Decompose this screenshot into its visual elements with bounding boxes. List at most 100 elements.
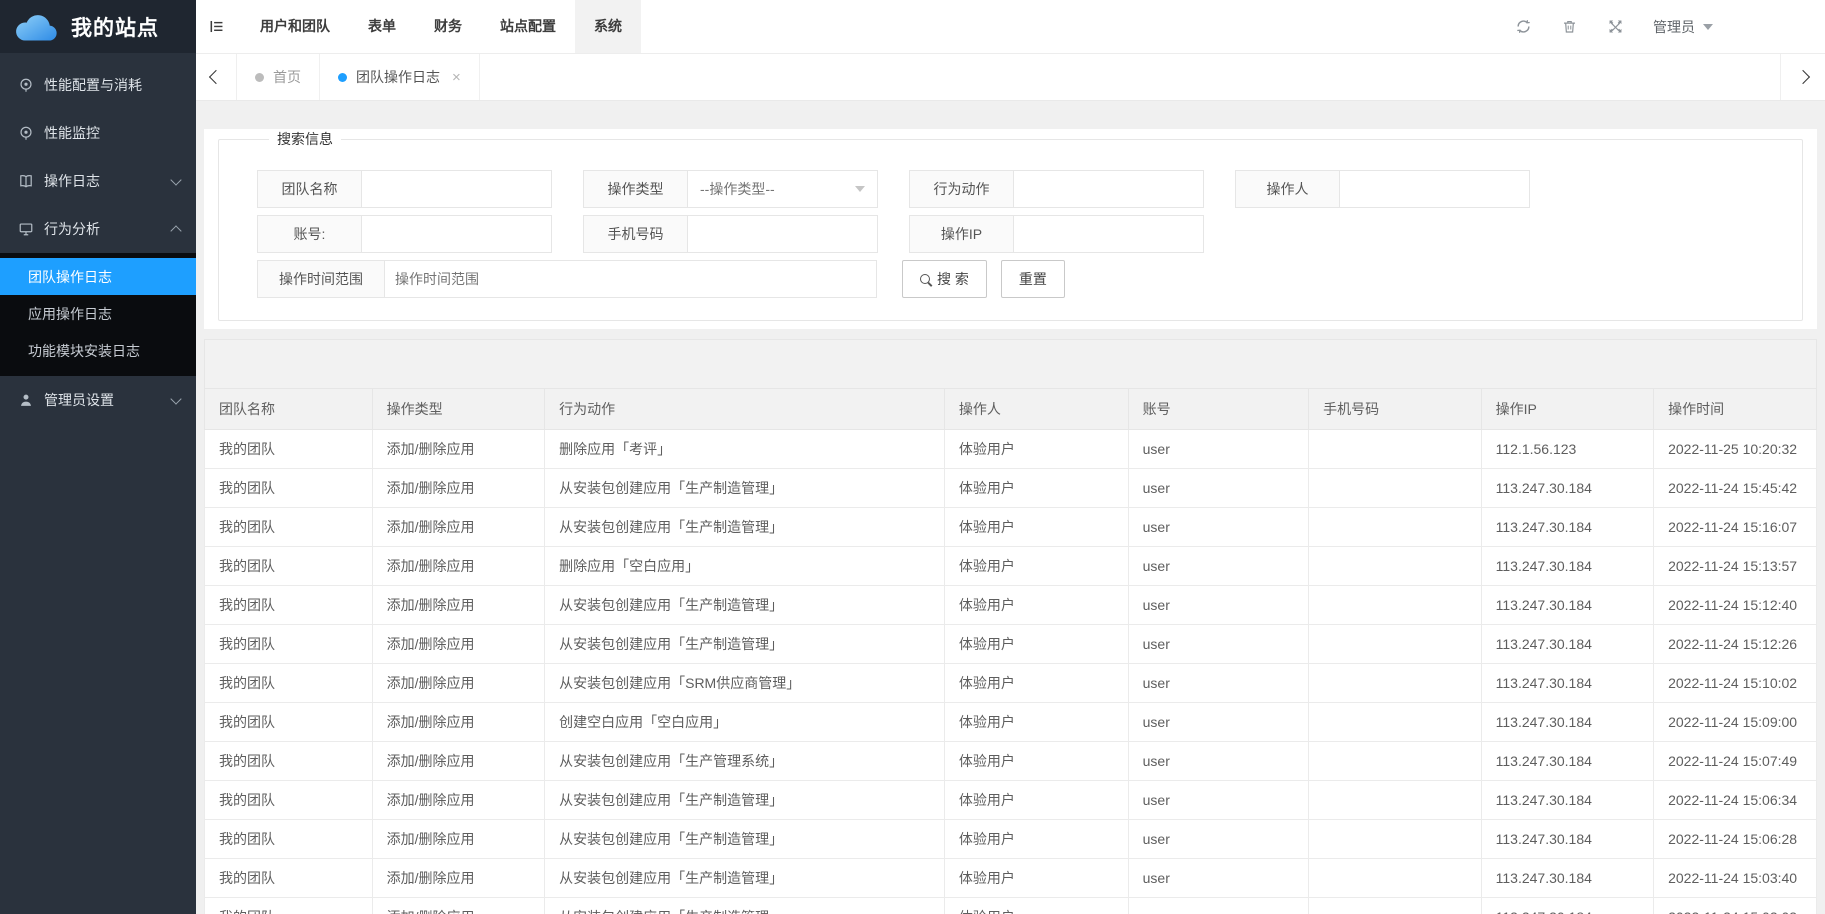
cell-action: 从安装包创建应用「SRM供应商管理」 [545, 663, 945, 702]
field-account: 账号: [257, 215, 552, 253]
operation-type-select[interactable]: --操作类型-- [688, 171, 877, 207]
table-row: 我的团队 添加/删除应用 从安装包创建应用「生产管理系统」 体验用户 user … [205, 741, 1817, 780]
chevron-up-icon [170, 225, 181, 236]
tab-status-dot [255, 73, 264, 82]
time-range-input[interactable] [385, 261, 876, 297]
column-header: 操作IP [1481, 389, 1653, 429]
sidebar-subitem[interactable]: 应用操作日志 [0, 295, 196, 332]
tabs: 首页 团队操作日志 × [237, 54, 480, 100]
search-button[interactable]: 搜 索 [902, 260, 987, 298]
action-input[interactable] [1014, 171, 1203, 207]
team-name-input[interactable] [362, 171, 551, 207]
table-row: 我的团队 添加/删除应用 从安装包创建应用「生产制造管理」 体验用户 user … [205, 780, 1817, 819]
search-legend: 搜索信息 [269, 129, 341, 149]
content-area: 搜索信息 团队名称 操作类型 --操作类型-- [196, 101, 1825, 914]
cell-ip: 113.247.30.184 [1481, 624, 1653, 663]
sidebar-item[interactable]: 性能监控 [0, 109, 196, 157]
top-menu-item[interactable]: 表单 [349, 0, 415, 53]
app-logo[interactable]: 我的站点 [0, 0, 196, 53]
operator-label: 操作人 [1236, 171, 1340, 207]
reset-button-label: 重置 [1019, 269, 1047, 289]
cell-ip: 113.247.30.184 [1481, 546, 1653, 585]
tab[interactable]: 团队操作日志 × [320, 54, 480, 100]
account-input[interactable] [362, 216, 551, 252]
reset-button[interactable]: 重置 [1001, 260, 1065, 298]
cell-time: 2022-11-24 15:12:40 [1654, 585, 1817, 624]
cell-ip: 113.247.30.184 [1481, 741, 1653, 780]
phone-label: 手机号码 [584, 216, 688, 252]
cell-account: user [1128, 663, 1309, 702]
cell-phone [1309, 468, 1481, 507]
cell-phone [1309, 546, 1481, 585]
admin-dropdown[interactable]: 管理员 [1653, 17, 1713, 37]
chevron-left-icon [209, 70, 223, 84]
tab-label: 团队操作日志 [356, 67, 440, 87]
top-menu-item-label: 财务 [434, 18, 462, 34]
cell-account: user [1128, 819, 1309, 858]
cell-operation-type: 添加/删除应用 [372, 546, 544, 585]
operator-input[interactable] [1340, 171, 1529, 207]
cell-ip: 113.247.30.184 [1481, 897, 1653, 914]
top-menu-item[interactable]: 系统 [575, 0, 641, 53]
table-header: 团队名称操作类型行为动作操作人账号手机号码操作IP操作时间 [205, 389, 1817, 429]
top-menu-item[interactable]: 财务 [415, 0, 481, 53]
column-header: 操作时间 [1654, 389, 1817, 429]
cell-ip: 113.247.30.184 [1481, 507, 1653, 546]
sidebar-subitem[interactable]: 功能模块安装日志 [0, 332, 196, 369]
cell-operation-type: 添加/删除应用 [372, 507, 544, 546]
cell-phone [1309, 819, 1481, 858]
sidebar-item[interactable]: 行为分析 [0, 205, 196, 253]
action-label: 行为动作 [910, 171, 1014, 207]
trash-icon[interactable] [1561, 18, 1578, 35]
sidebar-subitem-label: 团队操作日志 [28, 267, 112, 287]
top-menu-item-label: 站点配置 [500, 18, 556, 34]
table-row: 我的团队 添加/删除应用 从安装包创建应用「生产制造管理」 体验用户 user … [205, 507, 1817, 546]
cell-ip: 112.1.56.123 [1481, 429, 1653, 468]
tabs-scroll-right-button[interactable] [1780, 54, 1825, 100]
search-buttons: 搜 索 重置 [902, 260, 1065, 298]
cell-ip: 113.247.30.184 [1481, 585, 1653, 624]
sidebar-subitem-label: 应用操作日志 [28, 304, 112, 324]
refresh-icon[interactable] [1515, 18, 1532, 35]
cell-account: user [1128, 468, 1309, 507]
cell-team: 我的团队 [205, 897, 373, 914]
top-menu-item[interactable]: 站点配置 [481, 0, 575, 53]
app-title: 我的站点 [71, 12, 159, 42]
sidebar-group: 操作日志 [0, 157, 196, 205]
tab[interactable]: 首页 [237, 54, 320, 100]
close-icon[interactable]: × [452, 69, 461, 86]
cell-account: user [1128, 741, 1309, 780]
cell-time: 2022-11-24 15:13:57 [1654, 546, 1817, 585]
table-body: 我的团队 添加/删除应用 删除应用「考评」 体验用户 user 112.1.56… [205, 429, 1817, 914]
cell-phone [1309, 741, 1481, 780]
sidebar-item[interactable]: 性能配置与消耗 [0, 61, 196, 109]
sidebar-group: 行为分析 团队操作日志 应用操作日志 功能模块安装日志 [0, 205, 196, 376]
cell-action: 从安装包创建应用「生产制造管理」 [545, 780, 945, 819]
cell-operation-type: 添加/删除应用 [372, 741, 544, 780]
sidebar-group: 性能监控 [0, 109, 196, 157]
top-menu-item[interactable]: 用户和团队 [241, 0, 349, 53]
cell-operator: 体验用户 [944, 468, 1128, 507]
cell-operator: 体验用户 [944, 429, 1128, 468]
sidebar-subitem-label: 功能模块安装日志 [28, 341, 140, 361]
sidebar-item[interactable]: 操作日志 [0, 157, 196, 205]
cell-phone [1309, 897, 1481, 914]
fullscreen-icon[interactable] [1607, 18, 1624, 35]
cell-account: user [1128, 780, 1309, 819]
cell-time: 2022-11-24 15:02:03 [1654, 897, 1817, 914]
sidebar-item[interactable]: 管理员设置 [0, 376, 196, 424]
ip-input[interactable] [1014, 216, 1203, 252]
column-header: 手机号码 [1309, 389, 1481, 429]
phone-input[interactable] [688, 216, 877, 252]
cell-operation-type: 添加/删除应用 [372, 585, 544, 624]
table-row: 我的团队 添加/删除应用 从安装包创建应用「生产制造管理」 体验用户 user … [205, 858, 1817, 897]
table-toolbar [204, 339, 1817, 389]
cell-team: 我的团队 [205, 663, 373, 702]
cell-phone [1309, 858, 1481, 897]
sidebar-item-label: 性能监控 [44, 123, 180, 143]
sidebar-item-label: 性能配置与消耗 [44, 75, 180, 95]
collapse-sidebar-icon[interactable] [208, 18, 225, 35]
table-row: 我的团队 添加/删除应用 从安装包创建应用「生产制造管理」 体验用户 user … [205, 897, 1817, 914]
tabs-scroll-left-button[interactable] [196, 54, 237, 100]
sidebar-subitem[interactable]: 团队操作日志 [0, 258, 196, 295]
